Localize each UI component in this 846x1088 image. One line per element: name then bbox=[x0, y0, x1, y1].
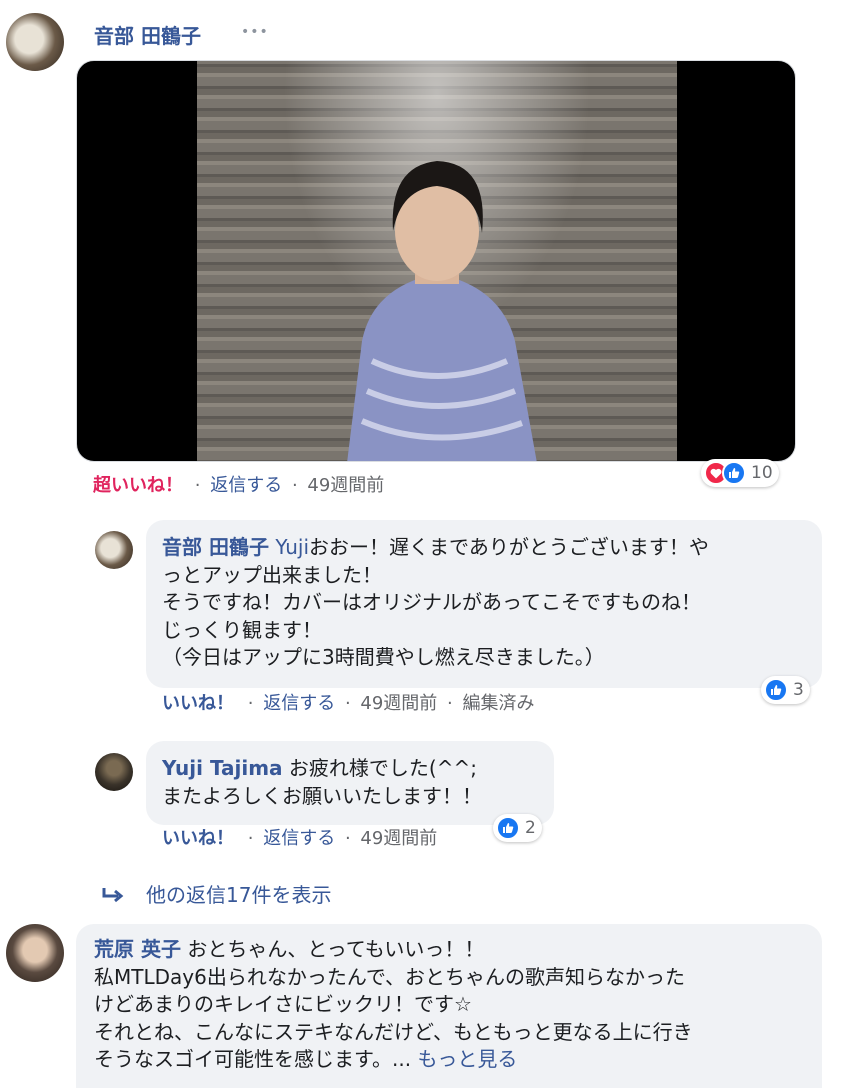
mention-link[interactable]: Yuji bbox=[275, 535, 309, 559]
view-more-replies-label[interactable]: 他の返信17件を表示 bbox=[146, 882, 331, 908]
edited-label[interactable]: 編集済み bbox=[463, 693, 535, 714]
reply-actions: いいね！ · 返信する · 49週間前 bbox=[162, 828, 437, 850]
separator: · bbox=[247, 693, 254, 714]
reply-timestamp[interactable]: 49週間前 bbox=[360, 828, 437, 849]
avatar[interactable] bbox=[6, 13, 64, 71]
like-icon bbox=[496, 816, 520, 840]
reply-link[interactable]: 返信する bbox=[210, 475, 282, 496]
separator: · bbox=[344, 828, 351, 849]
reply-text-line: そうですね！カバーはオリジナルがあってこそですものね！ bbox=[162, 590, 701, 614]
video-player[interactable] bbox=[76, 60, 796, 462]
reaction-summary[interactable]: 2 bbox=[493, 814, 542, 842]
avatar[interactable] bbox=[6, 924, 64, 982]
separator: · bbox=[344, 693, 351, 714]
separator: · bbox=[447, 693, 453, 714]
reaction-count: 10 bbox=[751, 463, 773, 483]
person-in-video bbox=[347, 161, 537, 461]
comment-text-line: おとちゃん、とってもいいっ！！ bbox=[187, 937, 485, 961]
view-more-replies[interactable]: 他の返信17件を表示 bbox=[100, 882, 331, 908]
see-more-link[interactable]: もっと見る bbox=[417, 1047, 517, 1071]
reaction-count: 2 bbox=[525, 818, 536, 838]
reply-link[interactable]: 返信する bbox=[263, 828, 335, 849]
comment-text-line: そうなスゴイ可能性を感じます。... bbox=[94, 1047, 412, 1071]
reply-author[interactable]: 音部 田鶴子 bbox=[162, 535, 269, 559]
reply-text-line: またよろしくお願いいたします！！ bbox=[162, 783, 482, 808]
reply-text-line: （今日はアップに3時間費やし燃え尽きました。） bbox=[162, 645, 605, 669]
reply-text-line: おおー！遅くまでありがとうございます！や bbox=[309, 535, 709, 559]
reply-link[interactable]: 返信する bbox=[263, 693, 335, 714]
reaction-summary[interactable]: 10 bbox=[701, 459, 779, 487]
comment-text-line: けどあまりのキレイさにビックリ！です☆ bbox=[94, 992, 472, 1016]
like-link[interactable]: いいね！ bbox=[162, 693, 234, 714]
reply-text-line: っとアップ出来ました！ bbox=[162, 562, 382, 587]
avatar[interactable] bbox=[95, 531, 133, 569]
separator: · bbox=[194, 475, 201, 496]
comment-author[interactable]: 音部 田鶴子 bbox=[94, 22, 201, 50]
love-reaction-link[interactable]: 超いいね！ bbox=[93, 475, 183, 496]
more-options-icon[interactable]: ••• bbox=[241, 24, 269, 40]
like-icon bbox=[722, 461, 746, 485]
reaction-count: 3 bbox=[793, 680, 804, 700]
comment-timestamp[interactable]: 49週間前 bbox=[307, 475, 384, 496]
like-link[interactable]: いいね！ bbox=[162, 828, 234, 849]
reply-author[interactable]: Yuji Tajima bbox=[162, 756, 283, 780]
comment-author[interactable]: 荒原 英子 bbox=[94, 937, 181, 961]
comment-actions: 超いいね！ · 返信する · 49週間前 bbox=[93, 475, 384, 497]
separator: · bbox=[291, 475, 298, 496]
reaction-summary[interactable]: 3 bbox=[761, 676, 810, 704]
avatar[interactable] bbox=[95, 753, 133, 791]
reply-bubble: Yuji Tajima お疲れ様でした(^^; またよろしくお願いいたします！！ bbox=[146, 741, 554, 825]
reply-text-line: じっくり観ます！ bbox=[162, 617, 322, 642]
reply-text-line: お疲れ様でした(^^; bbox=[288, 756, 477, 780]
reply-actions: いいね！ · 返信する · 49週間前 · 編集済み bbox=[162, 693, 535, 715]
reply-bubble: 音部 田鶴子 Yujiおおー！遅くまでありがとうございます！や っとアップ出来ま… bbox=[146, 520, 822, 688]
reply-timestamp[interactable]: 49週間前 bbox=[360, 693, 437, 714]
video-frame bbox=[197, 61, 677, 461]
reply-arrow-icon bbox=[102, 888, 124, 903]
comment-text-line: それとね、こんなにステキなんだけど、もともっと更なる上に行き bbox=[94, 1019, 693, 1044]
comment-bubble: 荒原 英子 おとちゃん、とってもいいっ！！ 私MTLDay6出られなかったんで、… bbox=[76, 924, 822, 1088]
like-icon bbox=[764, 678, 788, 702]
comment-text-line: 私MTLDay6出られなかったんで、おとちゃんの歌声知らなかった bbox=[94, 964, 686, 989]
separator: · bbox=[247, 828, 254, 849]
